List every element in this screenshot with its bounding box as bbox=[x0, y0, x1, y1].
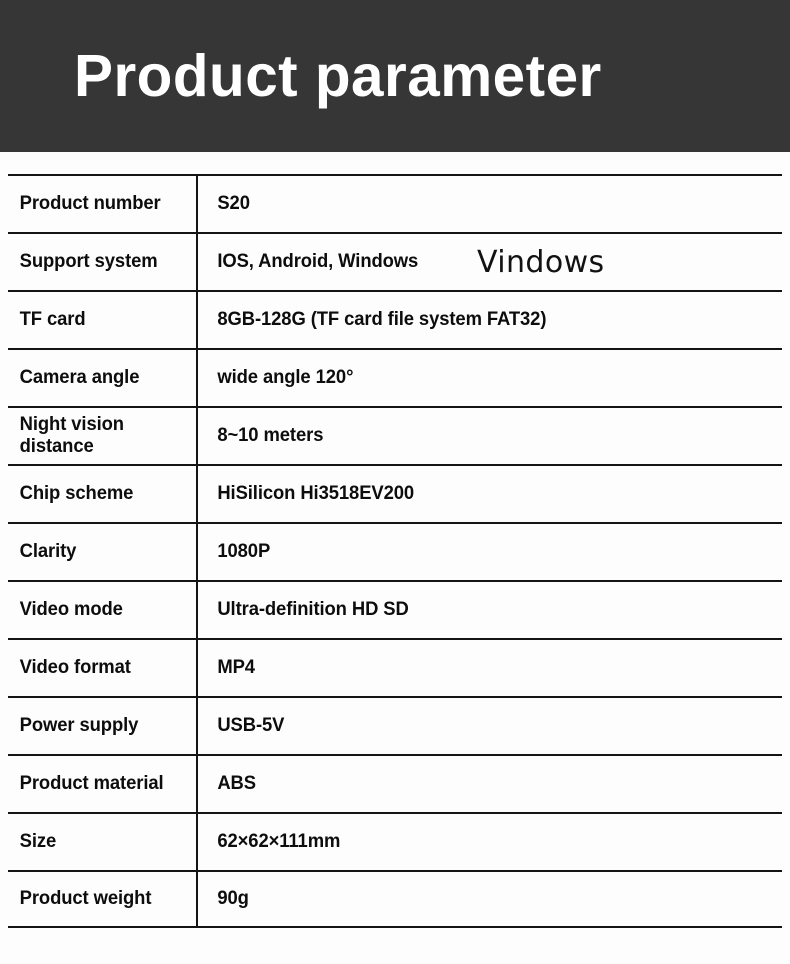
page-title: Product parameter bbox=[74, 43, 602, 109]
spec-value: Ultra-definition HD SD bbox=[217, 599, 409, 620]
spec-value: 8~10 meters bbox=[217, 425, 324, 446]
table-row: Camera angle wide angle 120° bbox=[8, 348, 782, 406]
spec-label: Product material bbox=[19, 773, 164, 794]
spec-value: 8GB-128G (TF card file system FAT32) bbox=[217, 309, 547, 330]
spec-label: TF card bbox=[19, 309, 86, 330]
table-row: Product number S20 bbox=[8, 174, 782, 232]
table-row: Video mode Ultra-definition HD SD bbox=[8, 580, 782, 638]
spec-value: 1080P bbox=[217, 541, 271, 562]
spec-label: Product number bbox=[19, 193, 161, 214]
specification-table-body: Product number S20 Support system IOS, Andr… bbox=[8, 174, 782, 928]
table-row: TF card 8GB-128G (TF card file system FAT… bbox=[8, 290, 782, 348]
table-row: Night vision distance 8~10 meters bbox=[8, 406, 782, 464]
spec-value: ABS bbox=[217, 773, 256, 794]
spec-label: Support system bbox=[19, 251, 158, 272]
spec-label: Size bbox=[19, 831, 57, 852]
spec-value: 90g bbox=[217, 888, 249, 909]
spec-label: Night vision distance bbox=[19, 414, 124, 457]
product-parameter-page: Product parameter Product number S20 Suppo… bbox=[0, 0, 790, 964]
table-row: Chip scheme HiSilicon Hi3518EV200 bbox=[8, 464, 782, 522]
spec-label: Clarity bbox=[19, 541, 77, 562]
table-row: Clarity 1080P bbox=[8, 522, 782, 580]
table-row: Power supply USB-5V bbox=[8, 696, 782, 754]
spec-label: Video mode bbox=[19, 599, 123, 620]
table-row: Product weight 90g bbox=[8, 870, 782, 928]
spec-value: wide angle 120° bbox=[217, 367, 354, 388]
spec-label: Product weight bbox=[19, 888, 152, 909]
spec-label: Camera angle bbox=[19, 367, 140, 388]
spec-label: Chip scheme bbox=[19, 483, 134, 504]
spec-label: Power supply bbox=[19, 715, 139, 736]
table-row: Support system IOS, Android, Windows bbox=[8, 232, 782, 290]
spec-value: HiSilicon Hi3518EV200 bbox=[217, 483, 415, 504]
table-row: Video format MP4 bbox=[8, 638, 782, 696]
spec-value: MP4 bbox=[217, 657, 255, 678]
spec-label: Video format bbox=[19, 657, 131, 678]
specification-table: Product number S20 Support system IOS, Andr… bbox=[0, 152, 790, 964]
header-banner: Product parameter bbox=[0, 0, 790, 152]
table-row: Size 62×62×111mm bbox=[8, 812, 782, 870]
spec-value: USB-5V bbox=[217, 715, 285, 736]
table-row: Product material ABS bbox=[8, 754, 782, 812]
spec-value: S20 bbox=[217, 193, 250, 214]
spec-value: 62×62×111mm bbox=[217, 831, 341, 852]
spec-value: IOS, Android, Windows bbox=[217, 251, 419, 272]
